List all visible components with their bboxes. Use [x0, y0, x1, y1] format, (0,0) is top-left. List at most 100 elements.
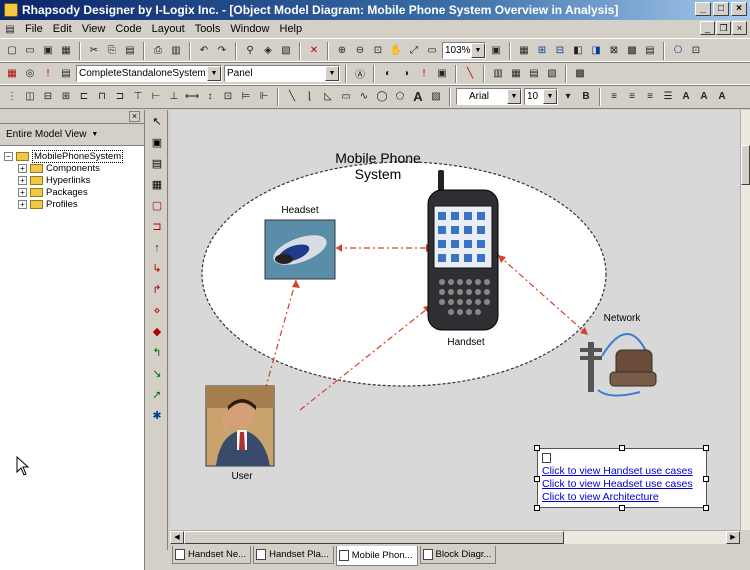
menu-help[interactable]: Help [275, 23, 308, 35]
hyperlinks-box[interactable]: Click to view Handset use cases Click to… [537, 448, 707, 508]
menu-window[interactable]: Window [225, 23, 274, 35]
select-pointer-icon[interactable]: ↖ [150, 115, 164, 129]
triangle-icon[interactable]: ◺ [320, 89, 336, 105]
animation-icon-2[interactable]: ◐ [380, 66, 396, 82]
resize-handle[interactable] [534, 505, 540, 511]
menu-layout[interactable]: Layout [147, 23, 190, 35]
expand-icon[interactable]: + [18, 163, 27, 173]
tab-handset-platform[interactable]: Handset Pla... [253, 546, 334, 564]
dependency-tool-icon[interactable]: ↘ [150, 367, 164, 381]
pan-icon[interactable]: ✋ [388, 43, 404, 59]
open-icon[interactable]: ▭ [22, 43, 38, 59]
headset-image[interactable] [264, 219, 336, 280]
same-size-icon[interactable]: ⊡ [220, 89, 236, 105]
image-icon[interactable]: ▨ [428, 89, 444, 105]
composite-tool-icon[interactable]: ▦ [150, 178, 164, 192]
link-tool-icon[interactable]: ↑ [150, 241, 164, 255]
diagram-icon-2[interactable]: ⊞ [534, 43, 550, 59]
generate-icon[interactable]: ▤ [58, 66, 74, 82]
scroll-right-icon[interactable]: ▶ [726, 531, 740, 544]
expand-icon[interactable]: + [18, 187, 27, 197]
collapse-icon[interactable]: − [4, 151, 13, 161]
resize-handle[interactable] [703, 445, 709, 451]
align-center-icon[interactable]: ⊓ [94, 89, 110, 105]
zoom-area-icon[interactable]: ⊡ [370, 43, 386, 59]
resize-handle[interactable] [703, 505, 709, 511]
class-tool-icon[interactable]: ▤ [150, 157, 164, 171]
horizontal-scroll-thumb[interactable] [184, 531, 564, 544]
tree-item-components[interactable]: + Components [4, 162, 144, 174]
handset-image[interactable] [427, 170, 499, 331]
delete-icon[interactable]: ✕ [306, 43, 322, 59]
diagram-icon-8[interactable]: ▤ [642, 43, 658, 59]
make-icon[interactable]: ▦ [4, 66, 20, 82]
resize-handle[interactable] [534, 445, 540, 451]
menu-view[interactable]: View [77, 23, 111, 35]
scroll-left-icon[interactable]: ◀ [170, 531, 184, 544]
vertical-scrollbar[interactable] [740, 110, 750, 530]
zoom-fit-icon[interactable]: ⤢ [406, 43, 422, 59]
animation-icon-5[interactable]: ▣ [434, 66, 450, 82]
link-architecture[interactable]: Click to view Architecture [542, 491, 659, 503]
diagram-icon-4[interactable]: ◧ [570, 43, 586, 59]
panel-combo[interactable]: Panel ▼ [224, 65, 340, 82]
maximize-button[interactable]: □ [713, 2, 729, 16]
diagram-icon-1[interactable]: ▦ [516, 43, 532, 59]
align-text-right-icon[interactable]: ≡ [642, 89, 658, 105]
layout-icon-2[interactable]: ◫ [22, 89, 38, 105]
animation-icon-4[interactable]: ! [416, 66, 432, 82]
user-image[interactable] [205, 385, 275, 467]
align-text-left-icon[interactable]: ≡ [606, 89, 622, 105]
link-headset-use-cases[interactable]: Click to view Headset use cases [542, 478, 693, 490]
align-text-center-icon[interactable]: ≡ [624, 89, 640, 105]
mdi-restore-button[interactable]: ❐ [716, 21, 731, 35]
port-tool-icon[interactable]: ⊐ [150, 220, 164, 234]
aggregation-tool-icon[interactable]: ⋄ [150, 304, 164, 318]
same-width-icon[interactable]: ⟷ [184, 89, 200, 105]
text-style-icon-3[interactable]: A [714, 89, 730, 105]
zoom-normal-icon[interactable]: ▭ [424, 43, 440, 59]
resize-handle[interactable] [703, 476, 709, 482]
system-boundary[interactable] [201, 161, 607, 387]
layout-icon-4[interactable]: ⊞ [58, 89, 74, 105]
save-all-icon[interactable]: ▦ [58, 43, 74, 59]
ellipse-icon[interactable]: ◯ [374, 89, 390, 105]
curve-icon[interactable]: ∿ [356, 89, 372, 105]
close-icon[interactable]: × [129, 111, 140, 122]
flow-tool-icon[interactable]: ➚ [150, 388, 164, 402]
network-image[interactable] [580, 333, 657, 397]
inheritance-tool-icon[interactable]: ↰ [150, 346, 164, 360]
font-color-icon[interactable]: ▾ [560, 89, 576, 105]
align-left-icon[interactable]: ⊏ [76, 89, 92, 105]
run-icon[interactable]: ◎ [22, 66, 38, 82]
layout-icon-3[interactable]: ⊟ [40, 89, 56, 105]
locate-icon[interactable]: ◈ [260, 43, 276, 59]
tree-item-packages[interactable]: + Packages [4, 186, 144, 198]
model-view-selector[interactable]: Entire Model View ▼ [0, 124, 144, 146]
tree-item-hyperlinks[interactable]: + Hyperlinks [4, 174, 144, 186]
text-style-icon-2[interactable]: A [696, 89, 712, 105]
zoom-in-icon[interactable]: ⊕ [334, 43, 350, 59]
directed-association-tool-icon[interactable]: ↱ [150, 283, 164, 297]
same-height-icon[interactable]: ↕ [202, 89, 218, 105]
chevron-down-icon[interactable]: ▼ [471, 43, 485, 58]
text-icon[interactable]: A [410, 89, 426, 105]
stop-icon[interactable]: ! [40, 66, 56, 82]
tool-icon-1[interactable]: ⎔ [670, 43, 686, 59]
animation-icon-3[interactable]: ◑ [398, 66, 414, 82]
align-middle-icon[interactable]: ⊢ [148, 89, 164, 105]
space-across-icon[interactable]: ⊨ [238, 89, 254, 105]
copy-icon[interactable]: ⎘ [104, 43, 120, 59]
tree-root[interactable]: − MobilePhoneSystem [4, 149, 144, 163]
tree-item-profiles[interactable]: + Profiles [4, 198, 144, 210]
paste-icon[interactable]: ▤ [122, 43, 138, 59]
expand-icon[interactable]: + [18, 199, 27, 209]
window-icon-1[interactable]: ▥ [490, 66, 506, 82]
undo-icon[interactable]: ↶ [196, 43, 212, 59]
actor-tool-icon[interactable]: ✱ [150, 409, 164, 423]
tab-handset-network[interactable]: Handset Ne... [172, 546, 252, 564]
print-icon[interactable]: ⎙ [150, 43, 166, 59]
resize-handle[interactable] [619, 445, 625, 451]
align-bottom-icon[interactable]: ⊥ [166, 89, 182, 105]
zoom-combo[interactable]: 103% ▼ [442, 42, 486, 59]
